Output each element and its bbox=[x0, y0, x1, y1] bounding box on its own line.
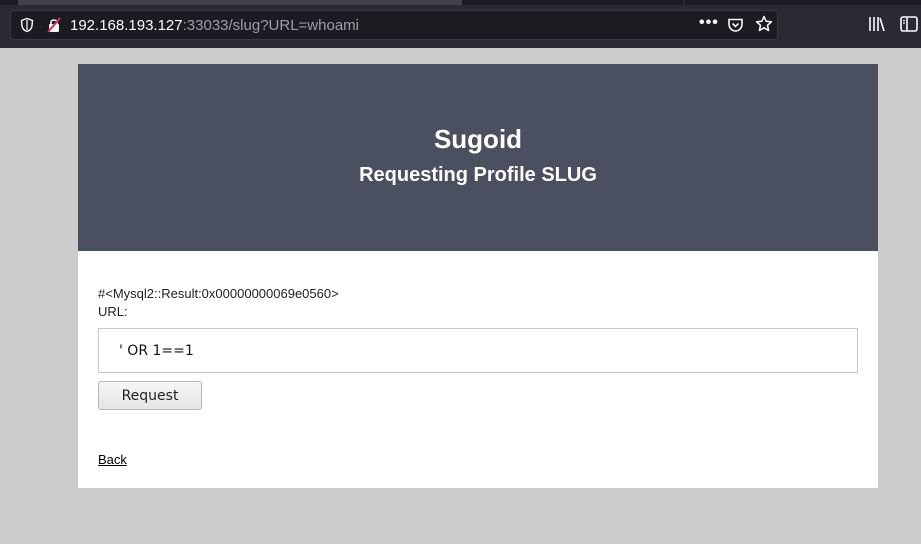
content-card: Sugoid Requesting Profile SLUG #<Mysql2:… bbox=[78, 64, 878, 488]
url-text[interactable]: 192.168.193.127:33033/slug?URL=whoami bbox=[70, 17, 359, 35]
url-host: 192.168.193.127 bbox=[70, 17, 183, 34]
insecure-lock-icon[interactable] bbox=[46, 17, 62, 33]
more-icon[interactable]: ••• bbox=[699, 14, 719, 32]
back-link[interactable]: Back bbox=[98, 452, 127, 467]
star-icon[interactable] bbox=[755, 15, 773, 33]
url-field-label: URL: bbox=[98, 304, 128, 319]
url-path: :33033/slug?URL=whoami bbox=[182, 17, 359, 34]
tab-strip bbox=[0, 0, 921, 5]
library-icon[interactable] bbox=[868, 15, 886, 33]
query-result-text: #<Mysql2::Result:0x00000000069e0560> bbox=[98, 286, 339, 301]
hero-banner: Sugoid Requesting Profile SLUG bbox=[78, 64, 878, 251]
page-subtitle: Requesting Profile SLUG bbox=[359, 164, 597, 186]
active-tab[interactable] bbox=[18, 0, 462, 5]
pocket-icon[interactable] bbox=[727, 17, 744, 33]
shield-icon[interactable] bbox=[19, 17, 35, 33]
sidebar-icon[interactable] bbox=[900, 16, 918, 32]
browser-toolbar: 192.168.193.127:33033/slug?URL=whoami ••… bbox=[0, 0, 921, 48]
page-title: Sugoid bbox=[433, 124, 523, 154]
request-button[interactable]: Request bbox=[98, 381, 202, 410]
address-bar[interactable]: 192.168.193.127:33033/slug?URL=whoami ••… bbox=[10, 10, 778, 40]
tab-divider bbox=[683, 0, 685, 5]
url-input[interactable] bbox=[98, 328, 858, 373]
page-viewport: Sugoid Requesting Profile SLUG #<Mysql2:… bbox=[0, 48, 921, 544]
